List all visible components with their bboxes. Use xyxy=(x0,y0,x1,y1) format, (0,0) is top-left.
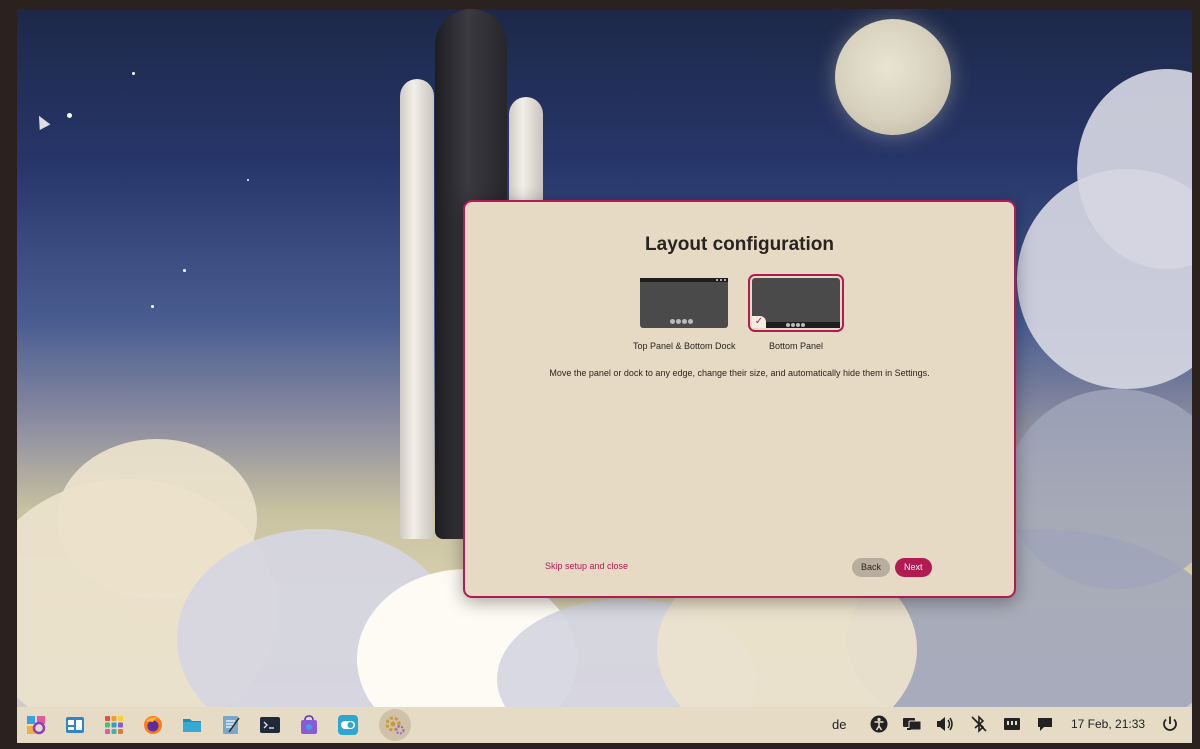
app-grid-button[interactable] xyxy=(100,711,128,739)
app-grid-icon xyxy=(104,715,124,735)
layout-description: Move the panel or dock to any edge, chan… xyxy=(549,368,930,378)
terminal-icon xyxy=(260,715,280,735)
next-button[interactable]: Next xyxy=(895,558,932,577)
star xyxy=(67,113,72,118)
volume-icon[interactable] xyxy=(935,715,955,736)
layout-preview-bottom-panel: ✓ xyxy=(748,274,844,332)
text-editor-icon xyxy=(221,715,241,735)
firefox-icon xyxy=(143,715,163,735)
search-app-button[interactable] xyxy=(22,711,50,739)
back-button[interactable]: Back xyxy=(852,558,891,577)
toggle-app-button[interactable] xyxy=(334,711,362,739)
layout-option-top-panel-bottom-dock[interactable]: Top Panel & Bottom Dock xyxy=(633,278,736,351)
display-icon[interactable] xyxy=(902,715,922,736)
star xyxy=(132,72,135,75)
preview-dock xyxy=(670,319,694,324)
toggle-app-icon xyxy=(338,715,358,735)
layout-option-bottom-panel[interactable]: ✓ Bottom Panel xyxy=(748,274,844,351)
terminal-button[interactable] xyxy=(256,711,284,739)
power-icon[interactable] xyxy=(1161,715,1179,736)
dialog-title: Layout configuration xyxy=(645,234,834,255)
clock[interactable]: 17 Feb, 21:33 xyxy=(1071,717,1145,731)
taskbar: de 17 Feb, 21:33 xyxy=(17,707,1192,743)
text-editor-button[interactable] xyxy=(217,711,245,739)
window-switcher-button[interactable] xyxy=(61,711,89,739)
layout-option-label: Top Panel & Bottom Dock xyxy=(633,341,736,351)
cloud xyxy=(1017,169,1192,389)
bluetooth-off-icon[interactable] xyxy=(970,715,988,736)
mouse-cursor-icon xyxy=(33,112,51,131)
files-icon xyxy=(182,715,202,735)
files-button[interactable] xyxy=(178,711,206,739)
notifications-icon[interactable] xyxy=(1036,715,1054,736)
accessibility-icon[interactable] xyxy=(870,715,888,736)
skip-setup-link[interactable]: Skip setup and close xyxy=(545,561,628,571)
software-store-icon xyxy=(299,715,319,735)
star xyxy=(151,305,154,308)
search-app-icon xyxy=(26,715,46,735)
preview-top-panel xyxy=(640,278,729,282)
shuttle-booster-left xyxy=(400,79,434,539)
keyboard-layout-indicator[interactable]: de xyxy=(832,717,846,732)
network-icon[interactable] xyxy=(1003,715,1021,736)
layout-preview-top-panel-bottom-dock xyxy=(640,278,729,328)
layout-option-label: Bottom Panel xyxy=(768,341,824,351)
checkmark-icon: ✓ xyxy=(752,316,766,328)
star xyxy=(247,179,249,181)
setup-dialog: Layout configuration Top Panel & Bottom … xyxy=(463,200,1016,598)
moon xyxy=(835,19,951,135)
star xyxy=(183,269,186,272)
setup-wizard-icon xyxy=(385,715,405,735)
firefox-button[interactable] xyxy=(139,711,167,739)
software-store-button[interactable] xyxy=(295,711,323,739)
window-switcher-icon xyxy=(65,715,85,735)
setup-wizard-button[interactable] xyxy=(379,709,411,741)
